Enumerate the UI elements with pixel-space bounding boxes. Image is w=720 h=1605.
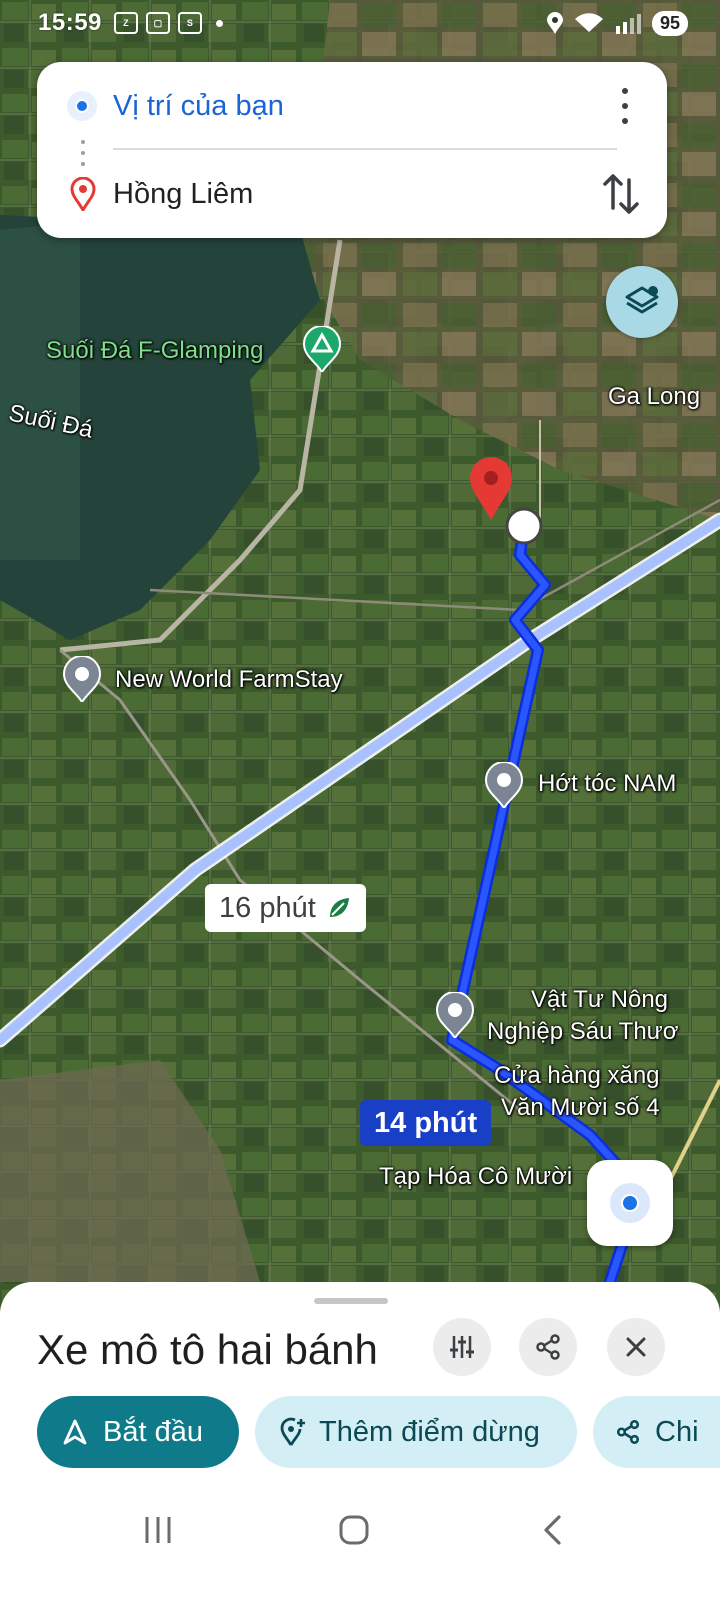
back-button[interactable]: [534, 1510, 570, 1550]
origin-row[interactable]: Vị trí của bạn: [37, 76, 667, 136]
farmstay-label[interactable]: New World FarmStay: [115, 666, 343, 694]
layers-button[interactable]: [606, 266, 678, 338]
vat-tu-label-line2[interactable]: Nghiệp Sáu Thươ: [487, 1018, 678, 1046]
action-chips: Bắt đầu Thêm điểm dừng Chi: [37, 1396, 720, 1470]
scan-icon: ▢: [145, 12, 170, 34]
hot-toc-label[interactable]: Hớt tóc NAM: [538, 770, 676, 798]
glamping-label[interactable]: Suối Đá F-Glamping: [46, 337, 263, 365]
farmstay-pin-icon[interactable]: [62, 656, 102, 702]
route-divider: [113, 148, 617, 150]
tap-hoa-label[interactable]: Tạp Hóa Cô Mười: [379, 1163, 572, 1191]
directions-bottom-sheet: Xe mô tô hai bánh Bắt đầu Thêm điểm dừng: [0, 1282, 720, 1605]
wifi-icon: [574, 13, 603, 33]
recent-apps-button[interactable]: [140, 1510, 176, 1550]
destination-row[interactable]: Hồng Liêm: [37, 164, 667, 224]
status-bar: 15:59 Z ▢ S 95: [0, 0, 720, 46]
add-location-icon: [280, 1417, 305, 1446]
shopee-icon: S: [177, 12, 202, 34]
system-navigation-bar: [0, 1480, 720, 1605]
alt-route-duration: 16 phút: [219, 891, 316, 924]
your-location-icon: [67, 91, 97, 121]
add-stop-button[interactable]: Thêm điểm dừng: [255, 1396, 577, 1468]
layers-icon: [625, 286, 659, 314]
recent-apps-icon: [145, 1517, 171, 1543]
share-route-label: Chi: [655, 1415, 699, 1448]
eco-leaf-icon: [329, 898, 349, 917]
origin-field[interactable]: Vị trí của bạn: [113, 90, 284, 123]
my-location-icon: [610, 1183, 650, 1223]
share-button[interactable]: [519, 1318, 577, 1376]
route-options-button[interactable]: [433, 1318, 491, 1376]
add-stop-label: Thêm điểm dừng: [319, 1415, 540, 1448]
hot-toc-pin-icon[interactable]: [484, 762, 524, 808]
share-icon: [536, 1334, 560, 1360]
signal-icon: [615, 14, 641, 34]
share-route-button[interactable]: Chi: [593, 1396, 720, 1468]
more-options-icon[interactable]: [613, 88, 637, 124]
vat-tu-label-line1[interactable]: Vật Tư Nông: [531, 986, 668, 1014]
glamping-pin-icon[interactable]: [302, 326, 342, 372]
sheet-drag-handle[interactable]: [314, 1298, 388, 1304]
alt-route-duration-bubble[interactable]: 16 phút: [205, 884, 366, 932]
tune-icon: [450, 1336, 474, 1358]
status-time: 15:59: [38, 9, 102, 36]
destination-pin-icon: [70, 177, 96, 211]
route-card: Vị trí của bạn Hồng Liêm: [37, 62, 667, 238]
start-navigation-button[interactable]: Bắt đầu: [37, 1396, 239, 1468]
main-route-duration-bubble[interactable]: 14 phút: [360, 1100, 492, 1146]
back-icon: [544, 1515, 561, 1545]
start-label: Bắt đầu: [103, 1415, 203, 1448]
location-status-icon: [546, 12, 563, 34]
main-route-duration: 14 phút: [374, 1106, 478, 1139]
home-button[interactable]: [336, 1510, 372, 1550]
more-notifications-icon: [215, 19, 223, 27]
cua-hang-label-line2[interactable]: Văn Mười số 4: [501, 1094, 660, 1122]
zalo-icon: Z: [113, 12, 138, 34]
cua-hang-label-line1[interactable]: Cửa hàng xăng: [494, 1062, 660, 1090]
destination-field[interactable]: Hồng Liêm: [113, 178, 253, 211]
home-icon: [339, 1515, 369, 1545]
swap-directions-icon[interactable]: [601, 172, 641, 216]
close-button[interactable]: [607, 1318, 665, 1376]
close-icon: [626, 1337, 646, 1357]
my-location-button[interactable]: [587, 1160, 673, 1246]
navigation-arrow-icon: [63, 1419, 87, 1445]
ga-long-label: Ga Long: [608, 383, 701, 410]
vat-tu-pin-icon[interactable]: [435, 992, 475, 1038]
share-icon: [616, 1420, 640, 1444]
battery-level: 95: [651, 10, 688, 36]
travel-mode-title: Xe mô tô hai bánh: [37, 1326, 378, 1373]
